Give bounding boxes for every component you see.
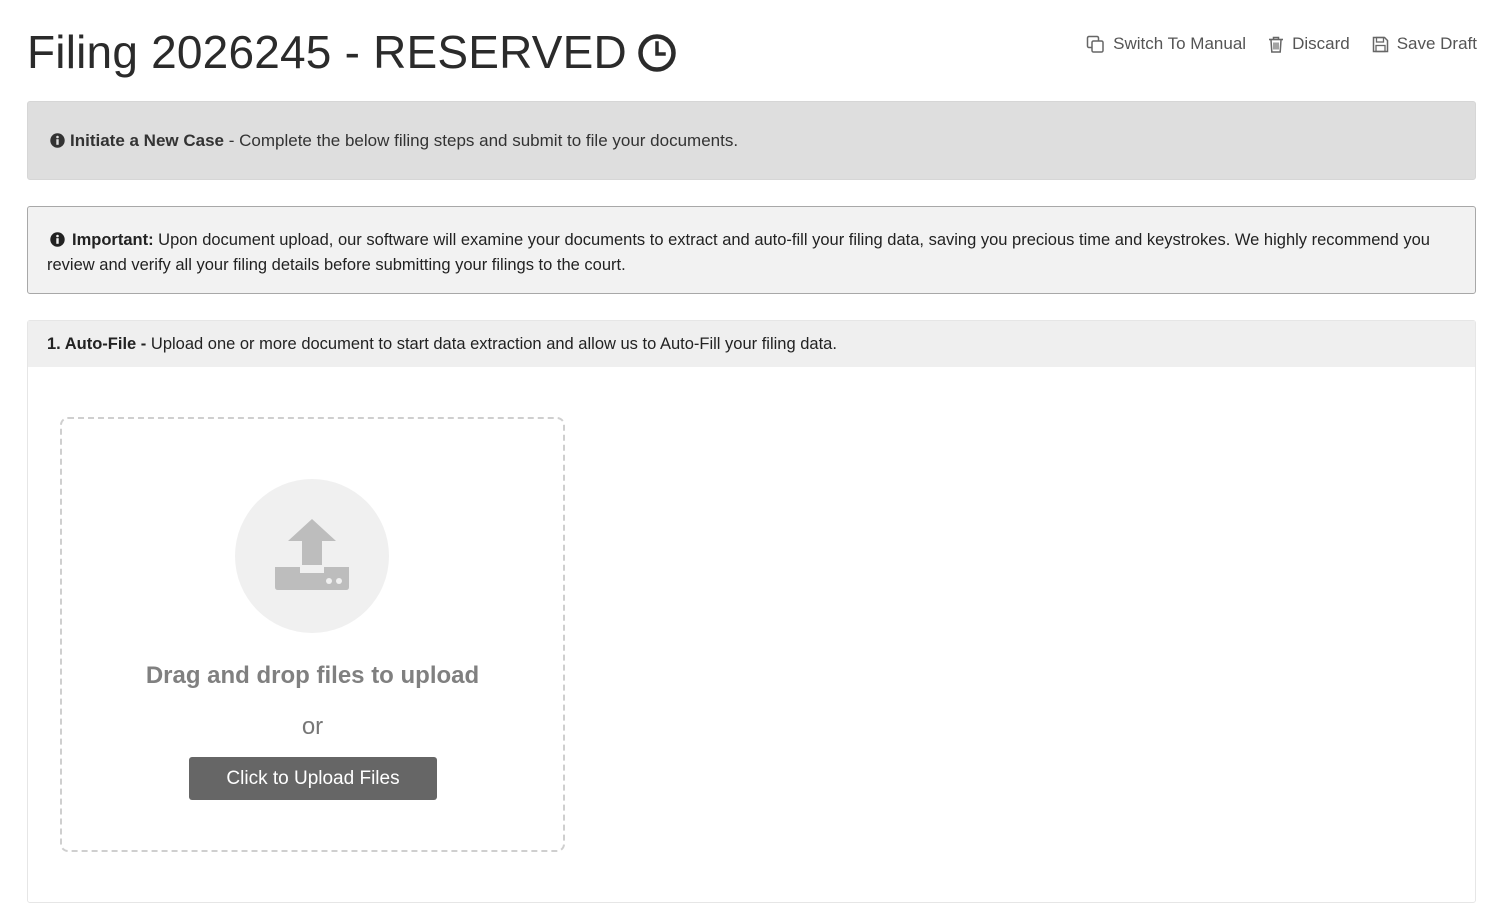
filing-page: Filing 2026245 - RESERVED Switch To Manu…	[0, 0, 1500, 912]
page-header: Filing 2026245 - RESERVED	[27, 22, 677, 82]
important-notice-text: Upon document upload, our software will …	[47, 231, 1430, 274]
file-dropzone[interactable]: Drag and drop files to upload or Click t…	[60, 417, 565, 852]
discard-label: Discard	[1292, 34, 1350, 53]
important-notice-title: Important:	[72, 231, 154, 249]
save-draft-button[interactable]: Save Draft	[1372, 34, 1477, 54]
drag-drop-text: Drag and drop files to upload	[145, 662, 480, 689]
copy-icon	[1086, 35, 1105, 54]
important-notice: Important: Upon document upload, our sof…	[27, 206, 1476, 294]
step-auto-file-header: 1. Auto-File - Upload one or more docume…	[28, 321, 1475, 367]
switch-to-manual-label: Switch To Manual	[1113, 34, 1247, 53]
upload-files-button[interactable]: Click to Upload Files	[189, 757, 437, 800]
save-draft-label: Save Draft	[1396, 34, 1477, 53]
trash-icon	[1268, 36, 1284, 53]
upload-tray-icon	[275, 519, 349, 590]
info-banner-title: Initiate a New Case	[70, 130, 225, 150]
step-auto-file-title: 1. Auto-File -	[47, 334, 147, 353]
switch-to-manual-button[interactable]: Switch To Manual	[1086, 34, 1246, 54]
info-circle-icon	[50, 133, 65, 148]
header-actions: Switch To Manual Discard Save Draft	[1086, 34, 1477, 54]
info-circle-icon	[50, 230, 65, 247]
upload-icon-circle	[235, 479, 389, 633]
floppy-disk-icon	[1372, 36, 1389, 53]
clock-icon	[637, 33, 677, 73]
step-auto-file-panel: 1. Auto-File - Upload one or more docume…	[27, 320, 1476, 903]
info-banner: Initiate a New Case - Complete the below…	[27, 101, 1476, 180]
page-title: Filing 2026245 - RESERVED	[27, 26, 627, 78]
or-text: or	[301, 713, 324, 740]
step-auto-file-text: Upload one or more document to start dat…	[146, 334, 837, 353]
info-banner-text: - Complete the below filing steps and su…	[224, 130, 739, 150]
discard-button[interactable]: Discard	[1268, 34, 1350, 54]
